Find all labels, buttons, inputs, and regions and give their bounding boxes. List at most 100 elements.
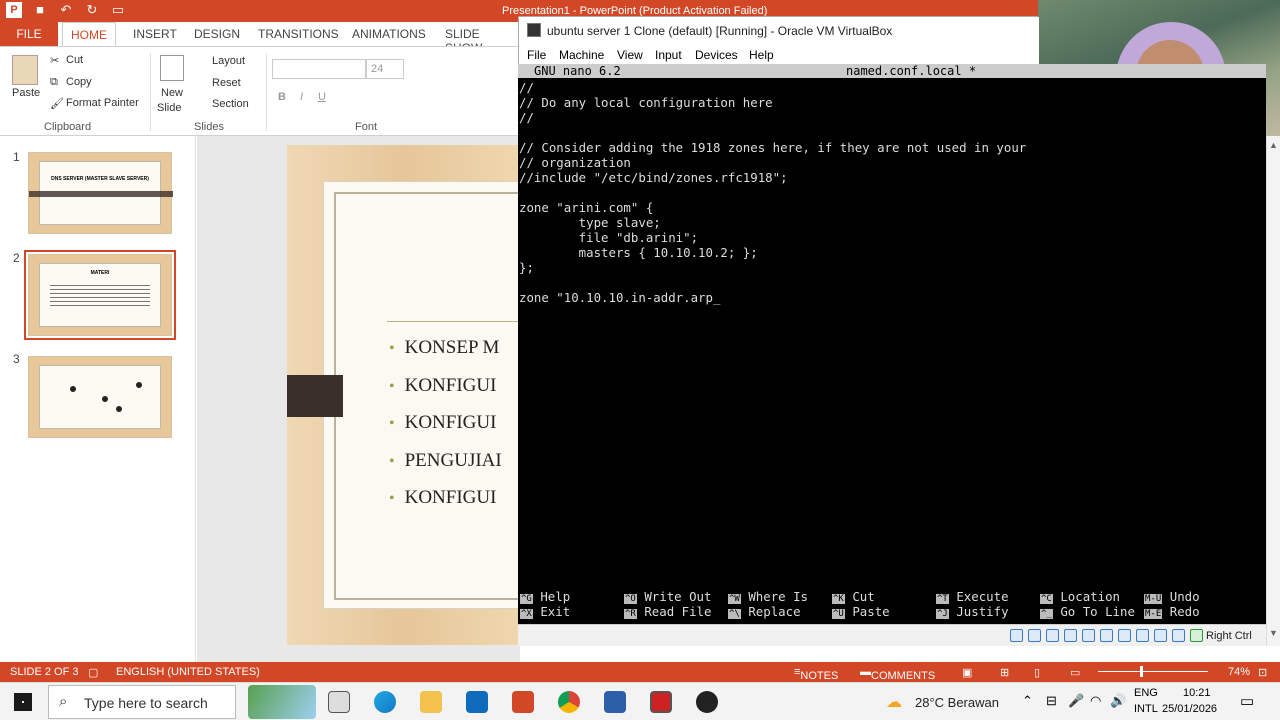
layout-button[interactable]: Layout: [212, 55, 245, 67]
save-icon[interactable]: ■: [32, 2, 48, 18]
recorder-icon[interactable]: [650, 691, 672, 713]
show-hidden-icons-chevron-icon[interactable]: ⌃: [1022, 693, 1033, 709]
slide-bullet-4[interactable]: • PENGUJIAI: [389, 450, 502, 472]
tab-file[interactable]: FILE: [0, 22, 58, 46]
format-painter-icon[interactable]: 🖌: [50, 97, 64, 110]
menu-file[interactable]: File: [527, 48, 546, 62]
redo-icon[interactable]: ↻: [84, 2, 100, 18]
zoom-slider-thumb[interactable]: [1140, 666, 1143, 677]
wifi-icon[interactable]: ◠: [1090, 693, 1101, 709]
spellcheck-icon[interactable]: ▢: [88, 666, 98, 679]
nano-line[interactable]: // Consider adding the 1918 zones here, …: [519, 140, 1026, 155]
task-view-icon[interactable]: [328, 691, 350, 713]
slide-bullet-5[interactable]: • KONFIGUI: [389, 487, 496, 509]
cut-icon[interactable]: ✂: [50, 54, 59, 67]
tab-design[interactable]: DESIGN: [194, 27, 240, 41]
nano-line[interactable]: zone "10.10.10.in-addr.arp_: [519, 290, 720, 305]
slide-thumbnail-2[interactable]: MATERI: [24, 250, 176, 340]
menu-view[interactable]: View: [617, 48, 643, 62]
clock-date[interactable]: 25/01/2026: [1162, 703, 1217, 715]
font-size-select[interactable]: 24: [366, 59, 404, 79]
menu-devices[interactable]: Devices: [695, 48, 738, 62]
new-slide-icon[interactable]: [160, 55, 184, 81]
nano-line[interactable]: // organization: [519, 155, 631, 170]
virtualbox-taskbar-icon[interactable]: [604, 691, 626, 713]
notifications-icon[interactable]: ▭: [1240, 692, 1254, 710]
language-indicator[interactable]: ENGLISH (UNITED STATES): [116, 666, 260, 678]
menu-help[interactable]: Help: [749, 48, 774, 62]
edge-icon[interactable]: [374, 691, 396, 713]
mouse-integration-icon[interactable]: [1154, 629, 1167, 642]
keyboard-icon[interactable]: [1172, 629, 1185, 642]
nano-line[interactable]: //include "/etc/bind/zones.rfc1918";: [519, 170, 788, 185]
menu-machine[interactable]: Machine: [559, 48, 604, 62]
volume-icon[interactable]: 🔊: [1110, 693, 1126, 709]
paste-button[interactable]: Paste: [12, 87, 40, 99]
start-windows-icon[interactable]: [14, 693, 32, 711]
zoom-slider[interactable]: [1098, 671, 1208, 672]
network-icon[interactable]: [1046, 629, 1059, 642]
video-capture-icon[interactable]: [1118, 629, 1131, 642]
tab-home[interactable]: HOME: [62, 22, 116, 47]
tab-insert[interactable]: INSERT: [133, 27, 177, 41]
host-key-icon[interactable]: [1190, 629, 1203, 642]
file-explorer-icon[interactable]: [420, 691, 442, 713]
usb-icon[interactable]: [1064, 629, 1077, 642]
new-slide-button-label2[interactable]: Slide: [157, 102, 181, 114]
menu-input[interactable]: Input: [655, 48, 682, 62]
undo-icon[interactable]: ↶: [58, 2, 74, 18]
vertical-scrollbar[interactable]: ▲ ▼: [1266, 136, 1280, 646]
underline-button[interactable]: U: [318, 91, 326, 103]
nano-terminal[interactable]: GNU nano 6.2 named.conf.local * //// Do …: [518, 64, 1266, 624]
clock-time[interactable]: 10:21: [1183, 687, 1211, 699]
slide-bullet-3[interactable]: • KONFIGUI: [389, 412, 496, 434]
current-slide[interactable]: • KONSEP M • KONFIGUI • KONFIGUI • PENGUJIAI…: [287, 145, 554, 645]
outlook-icon[interactable]: [466, 691, 488, 713]
font-name-select[interactable]: [272, 59, 366, 79]
nano-line[interactable]: //: [519, 110, 534, 125]
slide-bullet-1[interactable]: • KONSEP M: [389, 337, 499, 359]
italic-button[interactable]: I: [300, 91, 303, 103]
shared-folders-icon[interactable]: [1082, 629, 1095, 642]
tab-transitions[interactable]: TRANSITIONS: [258, 27, 339, 41]
optical-drive-icon[interactable]: [1010, 629, 1023, 642]
nano-line[interactable]: };: [519, 260, 534, 275]
copy-icon[interactable]: ⧉: [50, 76, 58, 89]
slide-bullet-2[interactable]: • KONFIGUI: [389, 375, 496, 397]
notes-button[interactable]: ≡ NOTES: [794, 666, 838, 682]
audio-icon[interactable]: [1028, 629, 1041, 642]
new-slide-button[interactable]: New: [161, 87, 183, 99]
section-button[interactable]: Section: [212, 98, 249, 110]
weather-icon[interactable]: ☁: [886, 692, 902, 712]
comments-button[interactable]: ▬ COMMENTS: [860, 666, 935, 682]
slide-canvas[interactable]: • KONSEP M • KONFIGUI • KONFIGUI • PENGUJIAI…: [197, 136, 554, 662]
input-language-secondary[interactable]: INTL: [1134, 703, 1158, 715]
powerpoint-taskbar-icon[interactable]: [512, 691, 534, 713]
nano-line[interactable]: //: [519, 80, 534, 95]
cut-button[interactable]: Cut: [66, 54, 83, 66]
start-from-beginning-icon[interactable]: ▭: [110, 2, 126, 18]
slide-thumbnail-3[interactable]: [28, 356, 172, 438]
chrome-icon[interactable]: [558, 691, 580, 713]
reset-button[interactable]: Reset: [212, 77, 241, 89]
cpu-icon[interactable]: [1136, 629, 1149, 642]
slideshow-icon[interactable]: ▭: [1070, 666, 1080, 679]
nano-line[interactable]: file "db.arini";: [519, 230, 698, 245]
microphone-icon[interactable]: 🎤: [1068, 693, 1084, 709]
slide-sorter-icon[interactable]: ⊞: [1000, 666, 1009, 679]
bold-button[interactable]: B: [278, 91, 286, 103]
nano-line[interactable]: // Do any local configuration here: [519, 95, 773, 110]
paste-icon[interactable]: [12, 55, 38, 85]
nano-line[interactable]: masters { 10.10.10.2; };: [519, 245, 758, 260]
input-language-primary[interactable]: ENG: [1134, 687, 1158, 699]
tab-animations[interactable]: ANIMATIONS: [352, 27, 426, 41]
search-highlight-image[interactable]: [248, 685, 316, 719]
slide-thumbnail-1[interactable]: DNS SERVER (MASTER SLAVE SERVER): [28, 152, 173, 234]
taskbar-search[interactable]: ⌕ Type here to search: [48, 685, 236, 719]
fit-to-window-icon[interactable]: ⊡: [1258, 666, 1267, 679]
format-painter-button[interactable]: Format Painter: [66, 97, 139, 109]
normal-view-icon[interactable]: ▣: [962, 666, 972, 679]
zoom-level[interactable]: 74%: [1228, 666, 1250, 678]
display-icon[interactable]: [1100, 629, 1113, 642]
meet-now-icon[interactable]: ⊟: [1046, 693, 1057, 709]
